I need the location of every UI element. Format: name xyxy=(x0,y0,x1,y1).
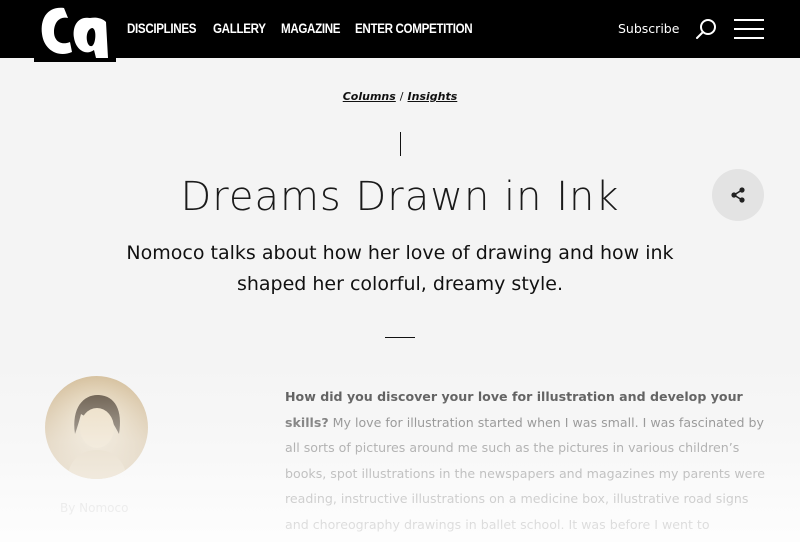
article-subtitle: Nomoco talks about how her love of drawi… xyxy=(126,242,674,295)
share-icon xyxy=(731,187,745,203)
author-byline: By Nomoco xyxy=(60,501,129,515)
breadcrumb: Columns / Insights xyxy=(0,90,800,103)
subscribe-link[interactable]: Subscribe xyxy=(618,21,679,36)
breadcrumb-insights[interactable]: Insights xyxy=(408,90,458,103)
nav-item-disciplines[interactable]: DISCIPLINES xyxy=(127,21,196,36)
ca-logo[interactable] xyxy=(34,0,116,62)
breadcrumb-columns[interactable]: Columns xyxy=(343,90,396,103)
search-icon[interactable] xyxy=(695,18,717,40)
decorative-vertical-line xyxy=(400,132,401,156)
breadcrumb-separator: / xyxy=(399,90,404,103)
top-navigation-bar: DISCIPLINES GALLERY MAGAZINE ENTER COMPE… xyxy=(0,0,800,62)
nav-item-magazine[interactable]: MAGAZINE xyxy=(281,21,341,36)
article-title: Dreams Drawn in Ink xyxy=(180,174,620,220)
nav-item-enter-competition[interactable]: ENTER COMPETITION xyxy=(355,21,473,36)
interview-answer: My love for illustration started when I … xyxy=(285,414,766,532)
author-avatar[interactable] xyxy=(45,376,148,479)
divider xyxy=(385,337,415,338)
main-nav: DISCIPLINES GALLERY MAGAZINE ENTER COMPE… xyxy=(127,21,484,36)
article-body: How did you discover your love for illus… xyxy=(285,384,775,542)
nav-item-gallery[interactable]: GALLERY xyxy=(213,21,266,36)
hamburger-menu-icon[interactable] xyxy=(734,18,764,40)
share-button[interactable] xyxy=(712,169,764,221)
